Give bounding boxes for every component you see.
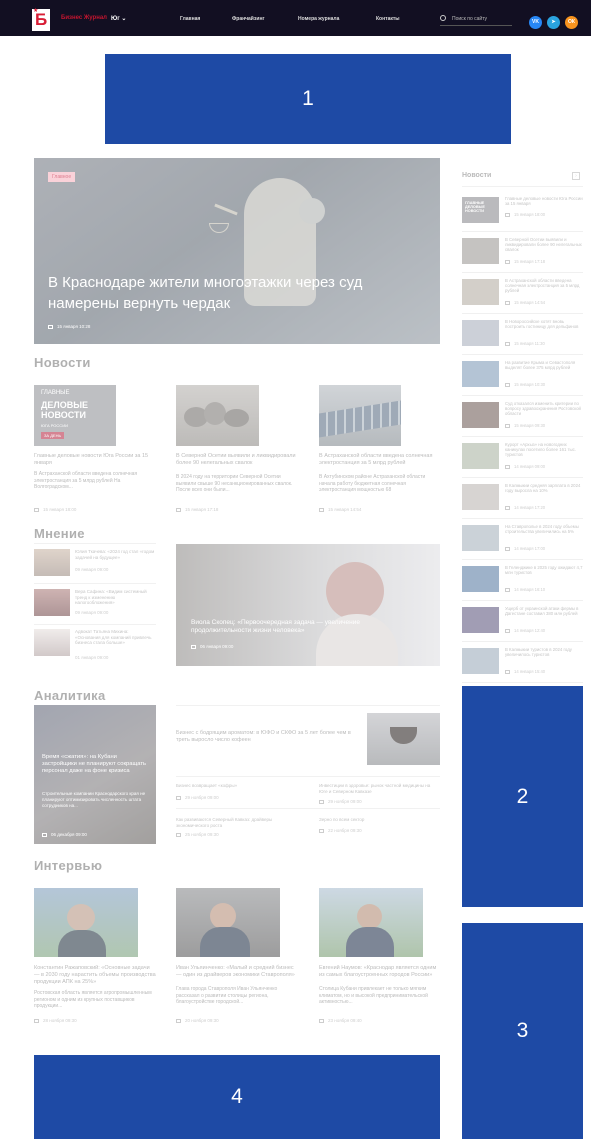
content-fade bbox=[0, 36, 591, 54]
site-header: ★ Б Бизнес Журнал Юг ⌄ Главная Франчайзи… bbox=[0, 0, 591, 36]
content-fade bbox=[0, 144, 462, 1055]
brand-name[interactable]: Бизнес Журнал bbox=[61, 15, 107, 21]
content-fade bbox=[462, 144, 591, 686]
ad-slot-top[interactable]: 1 bbox=[105, 54, 511, 144]
ad-label: 2 bbox=[516, 784, 529, 808]
ad-slot-sidebar-1[interactable]: 2 bbox=[462, 686, 583, 907]
search-box[interactable] bbox=[440, 14, 512, 26]
ad-label: 4 bbox=[231, 1085, 243, 1108]
region-selector[interactable]: Юг ⌄ bbox=[111, 15, 126, 22]
nav-franchising[interactable]: Франчайзинг bbox=[232, 16, 265, 22]
odnoklassniki-icon[interactable]: ОК bbox=[565, 16, 578, 29]
search-icon[interactable] bbox=[440, 15, 446, 21]
search-input[interactable] bbox=[452, 14, 510, 23]
content-fade bbox=[583, 686, 591, 1139]
site-logo[interactable]: ★ Б bbox=[32, 8, 50, 31]
ad-slot-sidebar-2[interactable]: 3 bbox=[462, 923, 583, 1139]
nav-contacts[interactable]: Контакты bbox=[376, 16, 400, 22]
region-label: Юг bbox=[111, 16, 120, 22]
nav-issues[interactable]: Номера журнала bbox=[298, 16, 339, 22]
logo-letter: Б bbox=[35, 10, 48, 29]
chevron-down-icon: ⌄ bbox=[121, 16, 127, 22]
ad-slot-bottom[interactable]: 4 bbox=[34, 1055, 440, 1139]
vk-icon[interactable]: VK bbox=[529, 16, 542, 29]
nav-home[interactable]: Главная bbox=[180, 16, 200, 22]
telegram-icon[interactable]: ➤ bbox=[547, 16, 560, 29]
ad-label: 1 bbox=[302, 87, 314, 110]
ad-label: 3 bbox=[516, 1019, 529, 1042]
